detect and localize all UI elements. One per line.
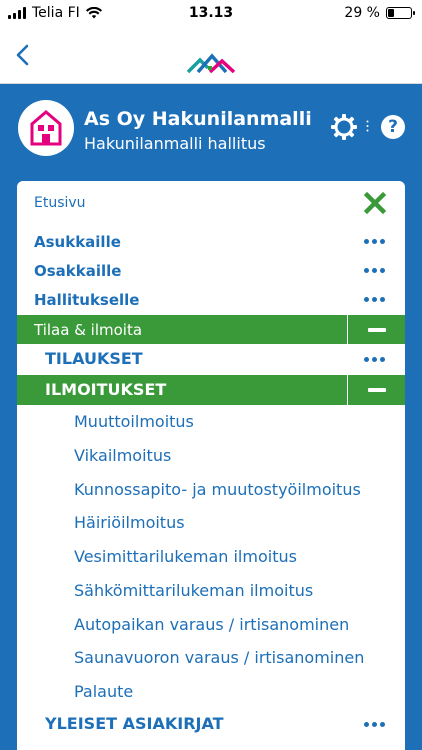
- help-button[interactable]: ?: [381, 115, 405, 139]
- back-chevron-icon[interactable]: [14, 44, 32, 66]
- more-dots-icon[interactable]: [364, 357, 385, 362]
- menu-item-label: Osakkaille: [34, 262, 122, 280]
- navigation-menu: Etusivu Asukkaille Osakkaille Hallitukse…: [17, 181, 405, 750]
- more-dots-icon[interactable]: [364, 722, 385, 727]
- notice-link-label: Saunavuoron varaus / irtisanominen: [74, 648, 365, 667]
- menu-home-row[interactable]: Etusivu: [17, 181, 405, 225]
- collapse-section-button[interactable]: [347, 315, 405, 344]
- housing-company-name: As Oy Hakunilanmalli: [84, 108, 312, 130]
- notice-link[interactable]: Autopaikan varaus / irtisanominen: [17, 611, 405, 641]
- minus-icon: [368, 388, 386, 392]
- battery-percent: 29 %: [344, 5, 380, 21]
- status-bar: Telia FI 13.13 29 %: [0, 0, 422, 28]
- house-icon: [30, 110, 62, 146]
- notice-link[interactable]: Sähkömittarilukeman ilmoitus: [17, 577, 405, 607]
- notice-link[interactable]: Palaute: [17, 678, 405, 708]
- notice-link-label: Sähkömittarilukeman ilmoitus: [74, 581, 314, 600]
- submenu-ilmoitukset[interactable]: ILMOITUKSET: [17, 375, 405, 405]
- notice-link[interactable]: Häiriöilmoitus: [17, 509, 405, 539]
- settings-gear-icon[interactable]: [331, 114, 357, 140]
- submenu-label: YLEISET ASIAKIRJAT: [45, 714, 224, 733]
- menu-home-label: Etusivu: [34, 195, 86, 211]
- close-icon[interactable]: [363, 191, 387, 215]
- more-vertical-icon[interactable]: [366, 120, 369, 132]
- submenu-yleiset-asiakirjat[interactable]: YLEISET ASIAKIRJAT: [17, 709, 405, 741]
- battery-icon: [386, 7, 415, 19]
- status-right: 29 %: [344, 5, 415, 21]
- menu-item-osakkaille[interactable]: Osakkaille: [17, 256, 405, 286]
- more-dots-icon[interactable]: [364, 239, 385, 244]
- menu-section-tilaa-ilmoita[interactable]: Tilaa & ilmoita: [17, 315, 405, 344]
- notice-link[interactable]: Vesimittarilukeman ilmoitus: [17, 543, 405, 573]
- notice-link-label: Autopaikan varaus / irtisanominen: [74, 615, 350, 634]
- more-dots-icon[interactable]: [364, 297, 385, 302]
- notice-link[interactable]: Muuttoilmoitus: [17, 408, 405, 438]
- minus-icon: [368, 327, 386, 332]
- notice-link-label: Vikailmoitus: [74, 446, 172, 465]
- notice-link-label: Palaute: [74, 682, 134, 701]
- menu-item-hallitukselle[interactable]: Hallitukselle: [17, 285, 405, 315]
- top-navigation-bar: [0, 28, 422, 84]
- submenu-label: ILMOITUKSET: [45, 380, 167, 399]
- more-dots-icon[interactable]: [364, 268, 385, 273]
- housing-company-group: Hakunilanmalli hallitus: [84, 134, 266, 153]
- notice-link-label: Kunnossapito- ja muutostyöilmoitus: [74, 480, 361, 499]
- menu-item-label: Asukkaille: [34, 233, 121, 251]
- housing-company-avatar: [18, 100, 74, 156]
- menu-section-label: Tilaa & ilmoita: [34, 321, 143, 339]
- menu-item-asukkaille[interactable]: Asukkaille: [17, 227, 405, 257]
- collapse-submenu-button[interactable]: [347, 375, 405, 405]
- notice-link-label: Muuttoilmoitus: [74, 412, 194, 431]
- notice-link[interactable]: Vikailmoitus: [17, 442, 405, 472]
- menu-item-label: Hallitukselle: [34, 291, 140, 309]
- app-logo-icon: [186, 53, 236, 74]
- battery-level: [388, 9, 395, 17]
- notice-link-label: Vesimittarilukeman ilmoitus: [74, 547, 297, 566]
- submenu-tilaukset[interactable]: TILAUKSET: [17, 344, 405, 375]
- notice-link-label: Häiriöilmoitus: [74, 513, 185, 532]
- submenu-label: TILAUKSET: [45, 349, 143, 368]
- notice-link[interactable]: Kunnossapito- ja muutostyöilmoitus: [17, 476, 405, 506]
- notice-link[interactable]: Saunavuoron varaus / irtisanominen: [17, 644, 405, 674]
